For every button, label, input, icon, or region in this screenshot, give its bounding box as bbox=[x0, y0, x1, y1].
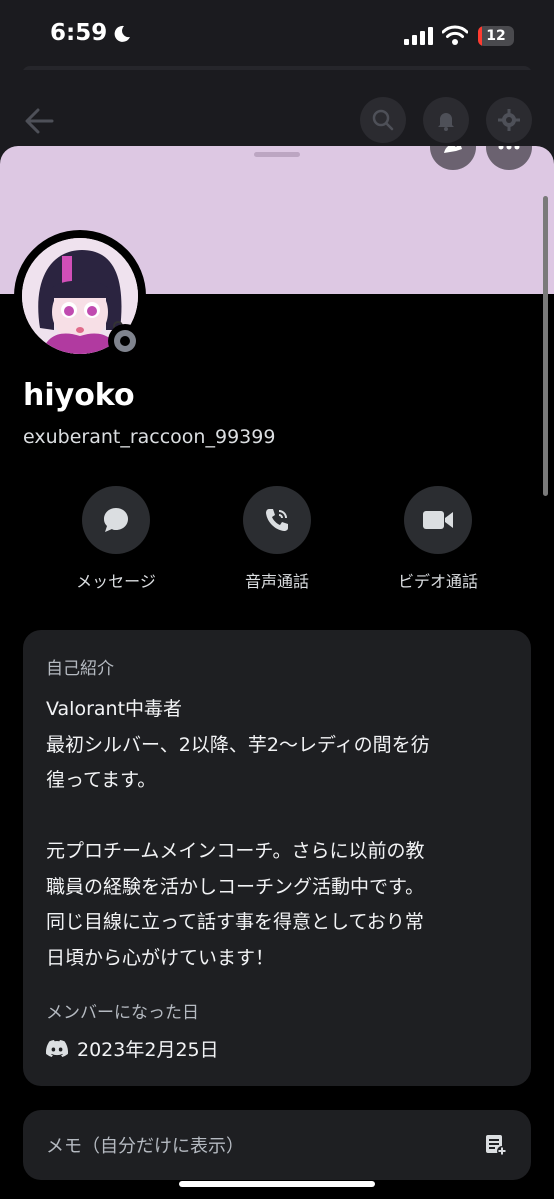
video-camera-icon bbox=[423, 511, 453, 529]
note-placeholder[interactable]: メモ（自分だけに表示） bbox=[46, 1132, 244, 1158]
message-action[interactable]: メッセージ bbox=[46, 486, 186, 592]
settings-button[interactable] bbox=[486, 97, 532, 143]
search-button[interactable] bbox=[360, 97, 406, 143]
discord-logo-icon bbox=[46, 1040, 68, 1057]
status-bar: 6:59 12 bbox=[0, 0, 554, 70]
status-time: 6:59 bbox=[50, 20, 108, 46]
wifi-icon bbox=[442, 25, 468, 45]
bell-icon bbox=[438, 113, 454, 131]
scrollbar[interactable] bbox=[543, 196, 548, 496]
offline-status-hole bbox=[120, 336, 130, 346]
search-icon bbox=[372, 109, 394, 131]
username[interactable]: exuberant_raccoon_99399 bbox=[23, 426, 275, 448]
voice-call-action[interactable]: 音声通話 bbox=[207, 486, 347, 592]
presence-status-indicator bbox=[108, 324, 142, 358]
offline-status-icon bbox=[114, 330, 136, 352]
about-me-text: Valorant中毒者 最初シルバー、2以降、芋2〜レディの間を彷 徨ってます。… bbox=[46, 692, 516, 976]
about-me-heading: 自己紹介 bbox=[46, 659, 114, 679]
member-since-date: 2023年2月25日 bbox=[77, 1039, 219, 1061]
bio-line bbox=[46, 799, 516, 835]
home-indicator[interactable] bbox=[179, 1181, 375, 1187]
bio-line: Valorant中毒者 bbox=[46, 698, 183, 720]
note-edit-icon[interactable] bbox=[485, 1134, 507, 1156]
more-dots-icon bbox=[498, 146, 520, 150]
cellular-signal-icon bbox=[404, 27, 433, 45]
gear-icon bbox=[498, 109, 520, 131]
bio-line: 職員の経験を活かしコーチング活動中です。 bbox=[46, 875, 425, 898]
display-name: hiyoko bbox=[23, 378, 135, 413]
bio-line: 同じ目線に立って話す事を得意としており常 bbox=[46, 911, 424, 933]
battery-level-text: 12 bbox=[486, 28, 506, 44]
bio-line: 元プロチームメインコーチ。さらに以前の教 bbox=[46, 840, 425, 862]
about-me-card: 自己紹介 Valorant中毒者 最初シルバー、2以降、芋2〜レディの間を彷 徨… bbox=[23, 630, 531, 1086]
profile-sheet: hiyoko exuberant_raccoon_99399 メッセージ 音声通… bbox=[0, 146, 554, 1199]
nitro-boost-icon bbox=[444, 146, 462, 153]
bio-line: 最初シルバー、2以降、芋2〜レディの間を彷 bbox=[46, 733, 430, 756]
phone-icon bbox=[266, 509, 288, 531]
voice-call-label: 音声通話 bbox=[244, 572, 309, 591]
chat-bubble-icon bbox=[104, 508, 128, 532]
video-call-label: ビデオ通話 bbox=[397, 572, 478, 591]
battery-indicator: 12 bbox=[478, 26, 514, 46]
video-call-button[interactable] bbox=[404, 486, 472, 554]
arrow-left-icon[interactable] bbox=[22, 104, 56, 138]
member-since-heading: メンバーになった日 bbox=[46, 1003, 199, 1023]
message-button[interactable] bbox=[82, 486, 150, 554]
member-since-row: 2023年2月25日 bbox=[46, 1035, 219, 1062]
sheet-drag-handle[interactable] bbox=[254, 152, 300, 157]
bio-line: 徨ってます。 bbox=[46, 769, 157, 791]
message-label: メッセージ bbox=[76, 572, 156, 591]
note-card[interactable]: メモ（自分だけに表示） bbox=[23, 1110, 531, 1180]
bio-line: 日頃から心がけています！ bbox=[46, 946, 275, 969]
notifications-button[interactable] bbox=[423, 97, 469, 143]
video-call-action[interactable]: ビデオ通話 bbox=[368, 486, 508, 592]
voice-call-button[interactable] bbox=[243, 486, 311, 554]
background-header bbox=[0, 70, 554, 150]
moon-icon bbox=[114, 25, 130, 42]
